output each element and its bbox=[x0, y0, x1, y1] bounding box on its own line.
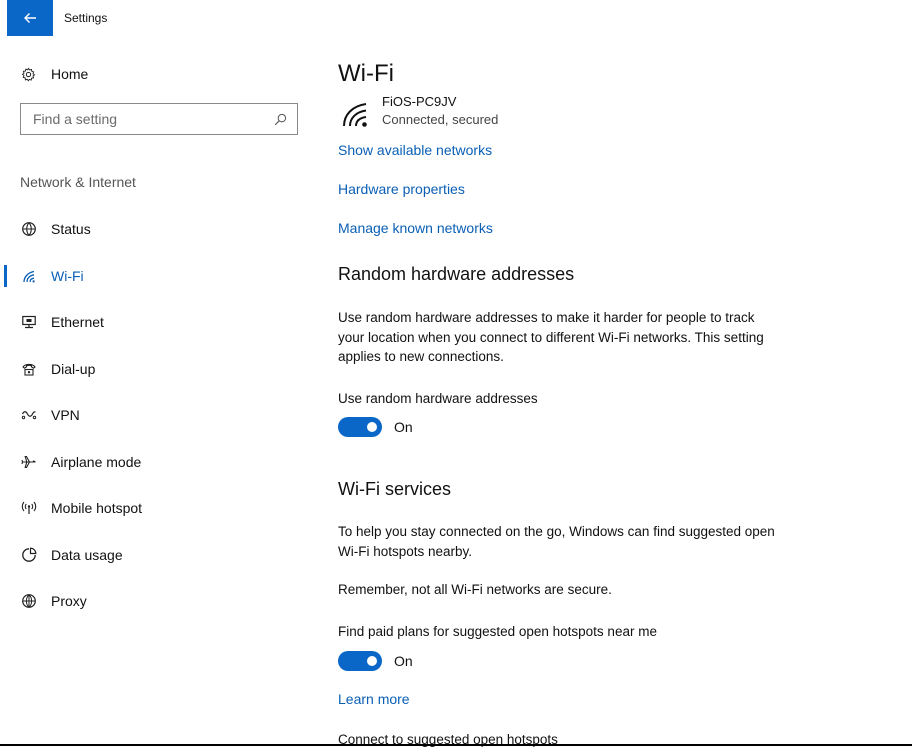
sidebar-item-airplane[interactable]: Airplane mode bbox=[0, 439, 310, 486]
manage-known-networks-link[interactable]: Manage known networks bbox=[338, 220, 493, 236]
learn-more-link[interactable]: Learn more bbox=[338, 691, 410, 707]
wifi-signal-icon bbox=[343, 103, 367, 127]
active-indicator bbox=[4, 264, 7, 287]
sidebar-item-label: Ethernet bbox=[51, 314, 104, 331]
wifi-services-description: To help you stay connected on the go, Wi… bbox=[338, 524, 775, 559]
paid-plans-toggle-state: On bbox=[394, 653, 413, 669]
proxy-globe-icon bbox=[20, 592, 38, 610]
network-name: FiOS-PC9JV bbox=[382, 94, 457, 109]
wifi-services-heading: Wi-Fi services bbox=[338, 479, 451, 499]
globe-status-icon bbox=[20, 220, 38, 238]
search-input[interactable] bbox=[33, 111, 273, 127]
toggle-knob bbox=[367, 656, 377, 666]
settings-window: Settings Home Network & Internet bbox=[0, 0, 912, 747]
connected-network: FiOS-PC9JV Connected, secured bbox=[340, 93, 498, 129]
random-hw-description: Use random hardware addresses to make it… bbox=[338, 310, 764, 364]
sidebar-item-data-usage[interactable]: Data usage bbox=[0, 532, 310, 579]
bottom-edge bbox=[0, 744, 912, 746]
data-usage-icon bbox=[20, 546, 38, 564]
sidebar-item-label: Status bbox=[51, 221, 91, 238]
sidebar-item-label: Airplane mode bbox=[51, 453, 142, 470]
app-title: Settings bbox=[64, 11, 108, 25]
sidebar: Home Network & Internet Status bbox=[0, 40, 310, 740]
random-hw-toggle-row: On bbox=[338, 417, 413, 437]
sidebar-item-status[interactable]: Status bbox=[0, 206, 310, 253]
dialup-icon bbox=[20, 360, 38, 378]
sidebar-nav: Status Wi-Fi Ethernet Dial-up VPN Airpla… bbox=[0, 206, 310, 625]
sidebar-item-label: Mobile hotspot bbox=[51, 500, 143, 517]
random-hw-toggle-label: Use random hardware addresses bbox=[338, 391, 538, 406]
wifi-icon bbox=[20, 267, 38, 285]
vpn-icon bbox=[20, 406, 38, 424]
network-details: FiOS-PC9JV Connected, secured bbox=[382, 93, 498, 129]
random-hw-toggle[interactable] bbox=[338, 417, 382, 437]
sidebar-item-proxy[interactable]: Proxy bbox=[0, 578, 310, 625]
sidebar-home[interactable]: Home bbox=[20, 64, 88, 84]
paid-plans-toggle-label: Find paid plans for suggested open hotsp… bbox=[338, 624, 657, 639]
back-arrow-icon bbox=[24, 13, 36, 23]
title-bar: Settings bbox=[0, 0, 912, 40]
gear-icon bbox=[20, 66, 36, 82]
search-box[interactable] bbox=[20, 103, 298, 135]
page-title: Wi-Fi bbox=[338, 60, 394, 87]
home-label: Home bbox=[51, 66, 89, 82]
sidebar-item-label: Proxy bbox=[51, 593, 87, 610]
hardware-properties-link[interactable]: Hardware properties bbox=[338, 181, 465, 197]
sidebar-item-vpn[interactable]: VPN bbox=[0, 392, 310, 439]
sidebar-item-ethernet[interactable]: Ethernet bbox=[0, 299, 310, 346]
sidebar-item-label: Wi-Fi bbox=[51, 267, 84, 284]
random-hw-heading: Random hardware addresses bbox=[338, 264, 575, 284]
ethernet-icon bbox=[20, 313, 38, 331]
sidebar-item-label: VPN bbox=[51, 407, 80, 424]
sidebar-item-wifi[interactable]: Wi-Fi bbox=[0, 253, 310, 300]
sidebar-item-hotspot[interactable]: Mobile hotspot bbox=[0, 485, 310, 532]
wifi-services-warning: Remember, not all Wi-Fi networks are sec… bbox=[338, 582, 612, 597]
sidebar-item-dialup[interactable]: Dial-up bbox=[0, 346, 310, 393]
paid-plans-toggle[interactable] bbox=[338, 651, 382, 671]
back-button[interactable] bbox=[7, 0, 53, 36]
main-content: Wi-Fi FiOS-PC9JV Connected, secured Show… bbox=[338, 40, 898, 747]
toggle-knob bbox=[367, 422, 377, 432]
show-available-networks-link[interactable]: Show available networks bbox=[338, 142, 492, 158]
network-status: Connected, secured bbox=[382, 112, 499, 127]
sidebar-item-label: Data usage bbox=[51, 546, 123, 563]
hotspot-icon bbox=[20, 499, 38, 517]
random-hw-toggle-state: On bbox=[394, 419, 413, 435]
sidebar-item-label: Dial-up bbox=[51, 360, 96, 377]
paid-plans-toggle-row: On bbox=[338, 651, 413, 671]
airplane-icon bbox=[20, 453, 38, 471]
search-icon[interactable] bbox=[273, 112, 287, 126]
section-label: Network & Internet bbox=[20, 174, 136, 190]
